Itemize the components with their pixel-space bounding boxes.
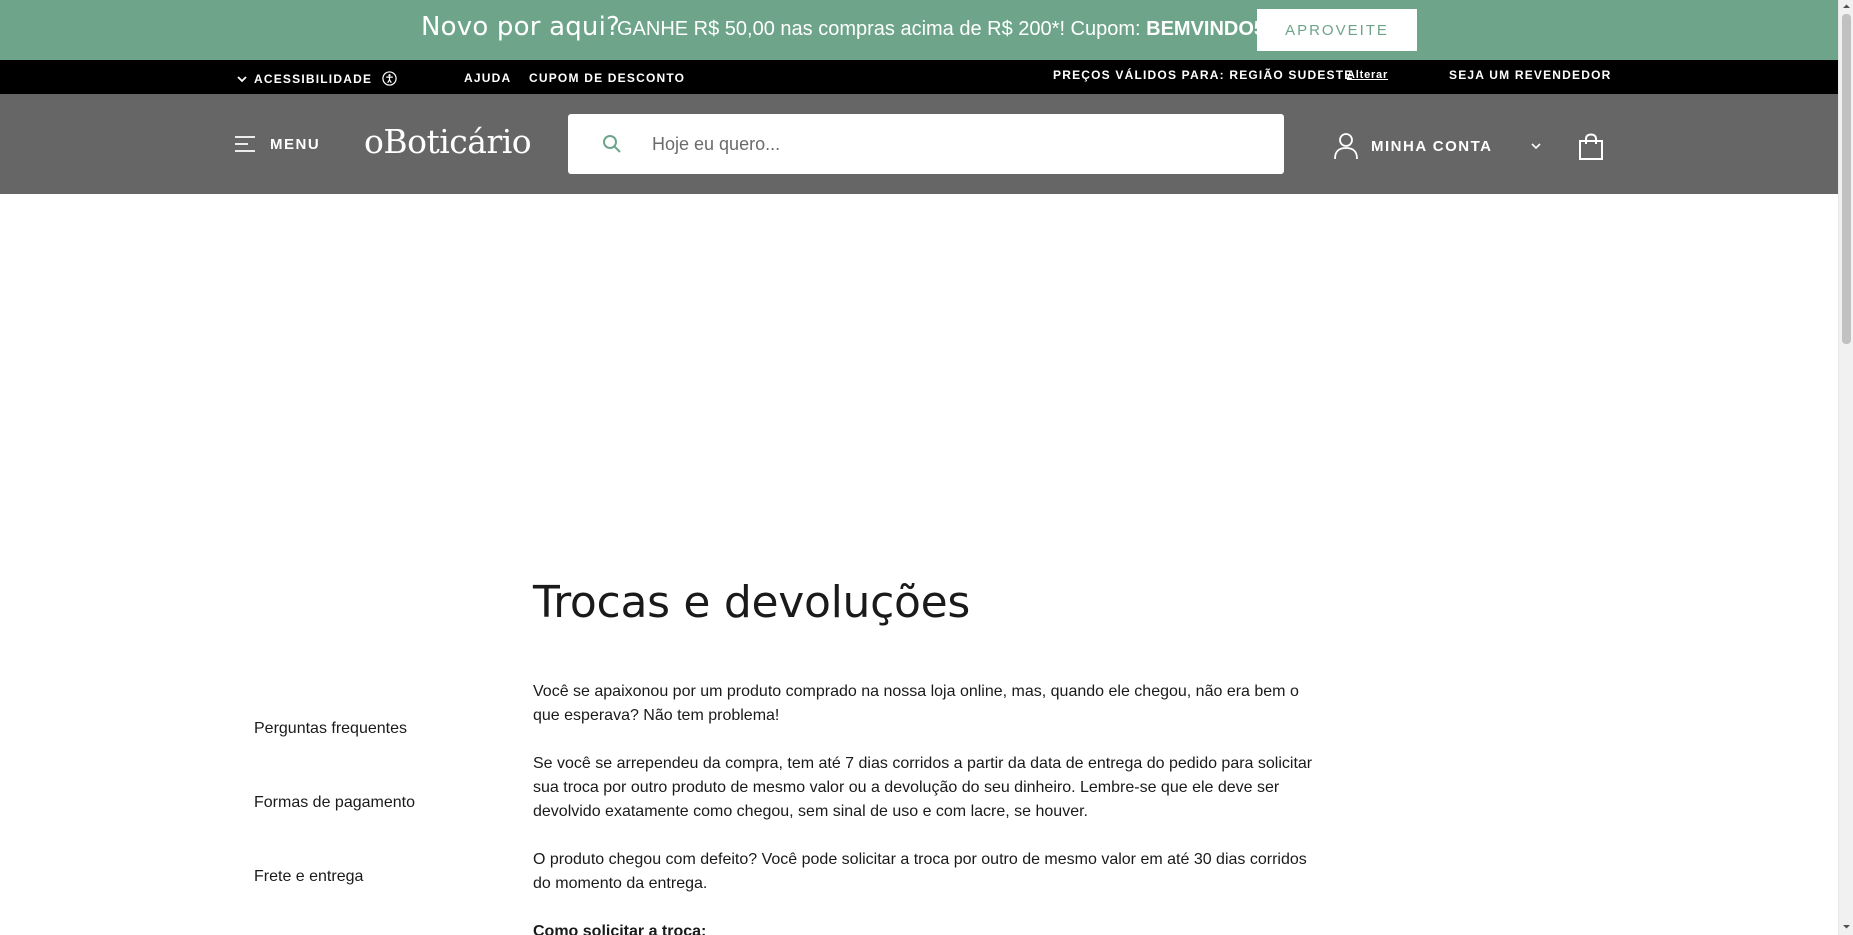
- account-label: MINHA CONTA: [1371, 137, 1493, 155]
- search-input[interactable]: [652, 128, 1252, 160]
- scroll-up-icon[interactable]: [1842, 2, 1851, 11]
- side-nav-item-payment[interactable]: Formas de pagamento: [254, 794, 415, 812]
- accessibility-label: ACESSIBILIDADE: [254, 71, 373, 86]
- utility-bar: ACESSIBILIDADE AJUDA CUPOM DE DESCONTO P…: [0, 60, 1838, 94]
- promo-cta-button[interactable]: APROVEITE: [1257, 9, 1417, 51]
- scroll-down-icon[interactable]: [1842, 922, 1851, 931]
- accessibility-toggle[interactable]: ACESSIBILIDADE: [236, 71, 397, 86]
- main-header: MENU oBoticário MINHA CONTA: [0, 94, 1838, 194]
- chevron-down-icon: [1530, 143, 1541, 150]
- menu-button[interactable]: MENU: [234, 134, 320, 154]
- chevron-down-icon: [237, 75, 247, 82]
- side-nav-item-shipping[interactable]: Frete e entrega: [254, 868, 363, 886]
- shopping-bag-icon[interactable]: [1578, 133, 1604, 161]
- defect-paragraph: O produto chegou com defeito? Você pode …: [533, 851, 1307, 892]
- account-menu[interactable]: MINHA CONTA: [1333, 132, 1543, 160]
- regret-paragraph: Se você se arrependeu da compra, tem até…: [533, 755, 1313, 820]
- accessibility-icon: [382, 71, 397, 86]
- hamburger-icon: [235, 136, 255, 152]
- promo-offer-text: GANHE R$ 50,00 nas compras acima de R$ 2…: [617, 18, 1276, 41]
- reseller-link[interactable]: SEJA UM REVENDEDOR: [1449, 68, 1612, 82]
- page-title: Trocas e devoluções: [533, 577, 971, 628]
- promo-offer-prefix: GANHE R$ 50,00 nas compras acima de R$ 2…: [617, 18, 1147, 40]
- promo-headline: Novo por aqui?: [421, 12, 621, 42]
- intro-paragraph: Você se apaixonou por um produto comprad…: [533, 683, 1299, 724]
- help-link[interactable]: AJUDA: [464, 71, 511, 85]
- search-icon[interactable]: [602, 134, 622, 154]
- user-icon: [1334, 133, 1358, 160]
- discount-coupon-link[interactable]: CUPOM DE DESCONTO: [529, 71, 685, 85]
- promo-banner: Novo por aqui? GANHE R$ 50,00 nas compra…: [0, 0, 1838, 60]
- brand-logo[interactable]: oBoticário: [364, 122, 532, 161]
- change-region-link[interactable]: Alterar: [1347, 69, 1388, 81]
- menu-label: MENU: [270, 135, 321, 153]
- scrollbar-thumb[interactable]: [1842, 14, 1851, 344]
- side-nav-item-faq[interactable]: Perguntas frequentes: [254, 720, 407, 738]
- price-region-label: PREÇOS VÁLIDOS PARA: REGIÃO SUDESTE: [1053, 68, 1354, 82]
- page-scrollbar[interactable]: [1838, 0, 1853, 935]
- how-to-heading: Como solicitar a troca:: [533, 923, 707, 935]
- search-bar: [568, 114, 1284, 174]
